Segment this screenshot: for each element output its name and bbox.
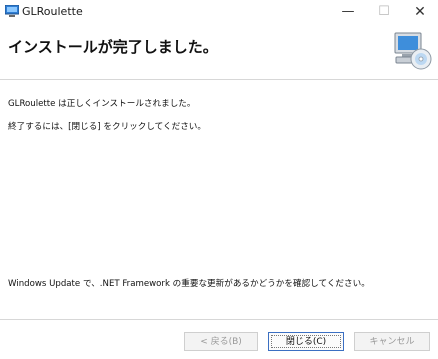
title-bar: GLRoulette — ☐ ✕ [0, 0, 438, 24]
back-button: < 戻る(B) [184, 332, 258, 351]
minimize-button[interactable]: — [330, 0, 366, 24]
header-separator [0, 79, 438, 80]
cancel-button: キャンセル [354, 332, 430, 351]
footer-separator [0, 319, 438, 320]
window-title: GLRoulette [22, 5, 83, 18]
page-title: インストールが完了しました。 [8, 38, 218, 56]
close-button[interactable]: 閉じる(C) [268, 332, 344, 351]
close-instruction-text: 終了するには、[閉じる] をクリックしてください。 [8, 122, 206, 132]
maximize-button: ☐ [378, 4, 390, 19]
install-success-text: GLRoulette は正しくインストールされました。 [8, 99, 196, 109]
installer-app-icon [5, 5, 19, 17]
close-window-button[interactable]: ✕ [402, 0, 438, 24]
windows-update-note: Windows Update で、.NET Framework の重要な更新があ… [8, 279, 370, 289]
computer-disc-icon [394, 32, 432, 70]
